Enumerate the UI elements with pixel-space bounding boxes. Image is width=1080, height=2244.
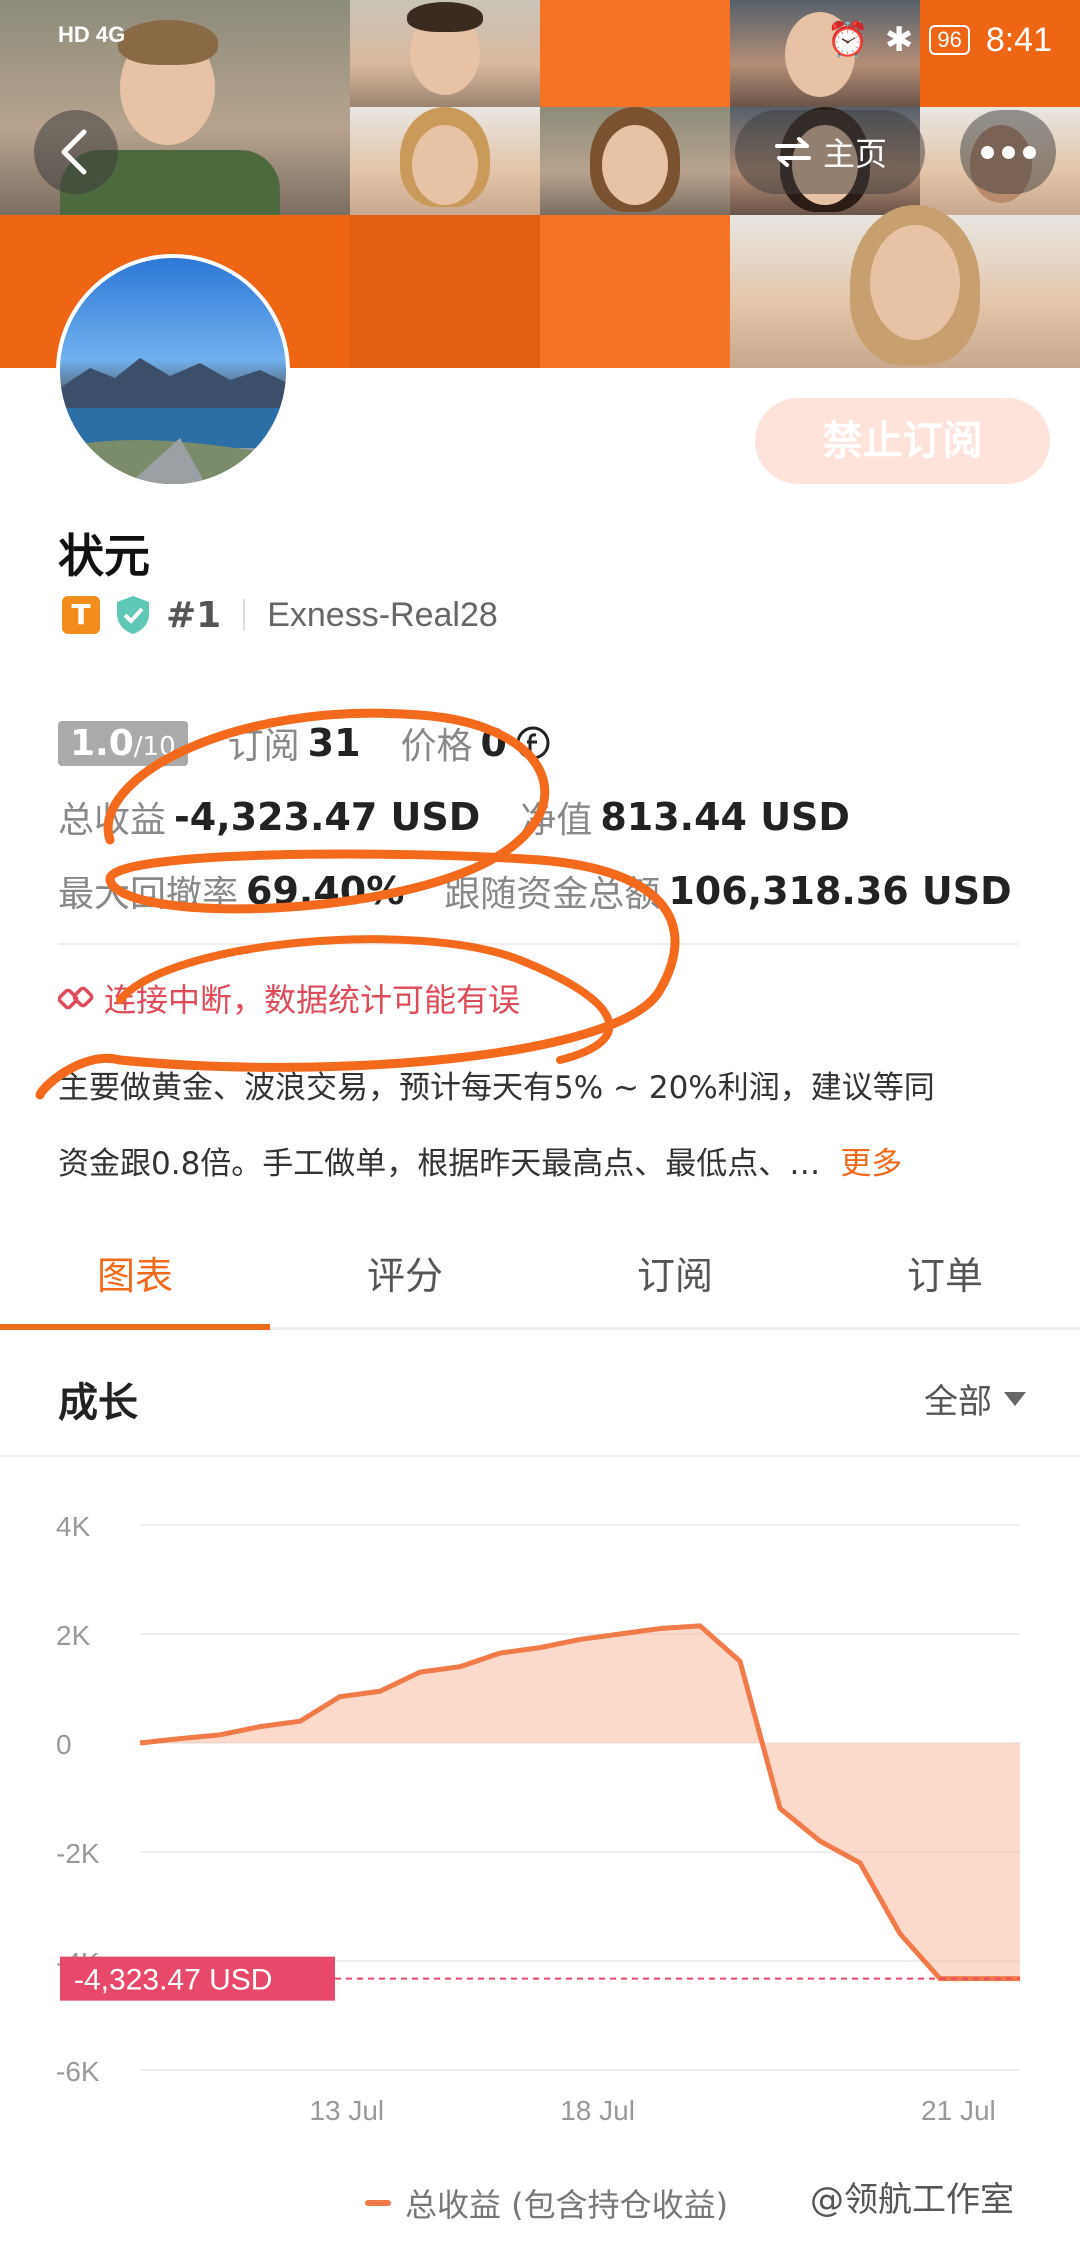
description-line: 主要做黄金、波浪交易，预计每天有5% ~ 20%利润，建议等同 bbox=[58, 1070, 935, 1106]
legend-swatch bbox=[365, 2200, 391, 2206]
filter-label: 全部 bbox=[924, 1382, 992, 1422]
price-label: 价格 bbox=[400, 726, 473, 767]
avatar-landscape-icon bbox=[60, 358, 286, 484]
back-button[interactable] bbox=[34, 110, 118, 194]
trader-name: 状元 bbox=[58, 529, 150, 583]
max-drawdown-label: 最大回撤率 bbox=[58, 874, 239, 915]
tab-rating[interactable]: 评分 bbox=[270, 1230, 540, 1327]
tab-subscriptions[interactable]: 订阅 bbox=[540, 1230, 810, 1327]
broken-link-icon bbox=[58, 986, 94, 1010]
more-dots-icon bbox=[980, 145, 994, 159]
x-tick-label: 13 Jul bbox=[309, 2095, 384, 2126]
divider bbox=[58, 943, 1018, 945]
home-button[interactable]: 主页 bbox=[735, 110, 925, 194]
y-tick-label: 2K bbox=[56, 1620, 91, 1651]
swap-icon bbox=[774, 137, 811, 167]
broker-account: Exness-Real28 bbox=[267, 595, 498, 634]
current-value-label: -4,323.47 USD bbox=[74, 1964, 272, 1997]
equity-value: 813.44 USD bbox=[600, 795, 850, 839]
tab-chart[interactable]: 图表 bbox=[0, 1230, 270, 1330]
back-arrow-icon bbox=[61, 129, 87, 175]
follow-funds-label: 跟随资金总额 bbox=[444, 874, 661, 915]
x-tick-label: 18 Jul bbox=[560, 2095, 635, 2126]
tab-bar: 图表 评分 订阅 订单 bbox=[0, 1230, 1080, 1330]
range-filter-dropdown[interactable]: 全部 bbox=[924, 1374, 1026, 1423]
trader-tags: T #1 Exness-Real28 bbox=[62, 594, 498, 636]
banner-photo bbox=[350, 107, 540, 215]
chart-legend: 总收益 (包含持仓收益) bbox=[365, 2180, 728, 2226]
y-tick-label: -2K bbox=[56, 1838, 100, 1869]
x-tick-label: 21 Jul bbox=[921, 2095, 996, 2126]
home-label: 主页 bbox=[822, 135, 887, 173]
disable-subscribe-button[interactable]: 禁止订阅 bbox=[755, 398, 1050, 484]
connection-warning: 连接中断，数据统计可能有误 bbox=[58, 975, 520, 1021]
battery-indicator: 96 bbox=[929, 25, 970, 55]
total-profit-label: 总收益 bbox=[58, 800, 167, 841]
legend-label: 总收益 (包含持仓收益) bbox=[405, 2186, 729, 2224]
y-tick-label: 4K bbox=[56, 1511, 91, 1542]
banner-photo bbox=[730, 205, 1080, 368]
dropdown-arrow-icon bbox=[1004, 1391, 1026, 1406]
verified-shield-icon bbox=[117, 596, 149, 634]
clock: 8:41 bbox=[985, 20, 1052, 59]
rank-label: #1 bbox=[166, 594, 222, 636]
divider bbox=[0, 1455, 1080, 1457]
network-indicator: HD 4G bbox=[58, 22, 126, 47]
area-fill bbox=[140, 1625, 1020, 1979]
growth-chart[interactable]: 4K2K0-2K-4K-6K-4,323.47 USD13 Jul18 Jul2… bbox=[0, 1480, 1080, 2140]
max-drawdown-value: 69.40% bbox=[246, 869, 405, 913]
coin-icon bbox=[516, 726, 550, 760]
alarm-icon: ⏰ bbox=[826, 21, 869, 59]
trader-level-badge: T bbox=[62, 596, 100, 634]
price-value: 0 bbox=[480, 721, 507, 765]
subscribe-count-value: 31 bbox=[307, 721, 361, 765]
y-tick-label: -6K bbox=[56, 2056, 100, 2087]
y-tick-label: 0 bbox=[56, 1729, 72, 1760]
banner-photo bbox=[540, 107, 730, 215]
more-link[interactable]: 更多 bbox=[840, 1146, 902, 1182]
total-profit-value: -4,323.47 USD bbox=[174, 795, 481, 839]
stats-panel: 1.0/10 订阅 31 价格 0 总收益 -4,323.47 USD 净值 8… bbox=[58, 706, 1012, 928]
divider bbox=[243, 599, 246, 631]
section-title: 成长 bbox=[58, 1380, 138, 1426]
description-line: 资金跟0.8倍。手工做单，根据昨天最高点、最低点、… bbox=[58, 1146, 821, 1182]
avatar[interactable] bbox=[56, 254, 290, 488]
equity-label: 净值 bbox=[520, 800, 593, 841]
subscribe-count-label: 订阅 bbox=[227, 726, 300, 767]
rating-badge: 1.0/10 bbox=[58, 720, 188, 766]
more-options-button[interactable] bbox=[960, 110, 1056, 194]
warning-text: 连接中断，数据统计可能有误 bbox=[104, 981, 521, 1019]
strategy-description: 主要做黄金、波浪交易，预计每天有5% ~ 20%利润，建议等同 资金跟0.8倍。… bbox=[58, 1050, 1048, 1202]
status-bar: HD 4G ⏰ ✱ 96 8:41 bbox=[0, 16, 1080, 66]
tab-orders[interactable]: 订单 bbox=[810, 1230, 1080, 1327]
bluetooth-icon: ✱ bbox=[884, 21, 914, 59]
follow-funds-value: 106,318.36 USD bbox=[668, 869, 1012, 913]
watermark: @领航工作室 bbox=[810, 2180, 1014, 2220]
